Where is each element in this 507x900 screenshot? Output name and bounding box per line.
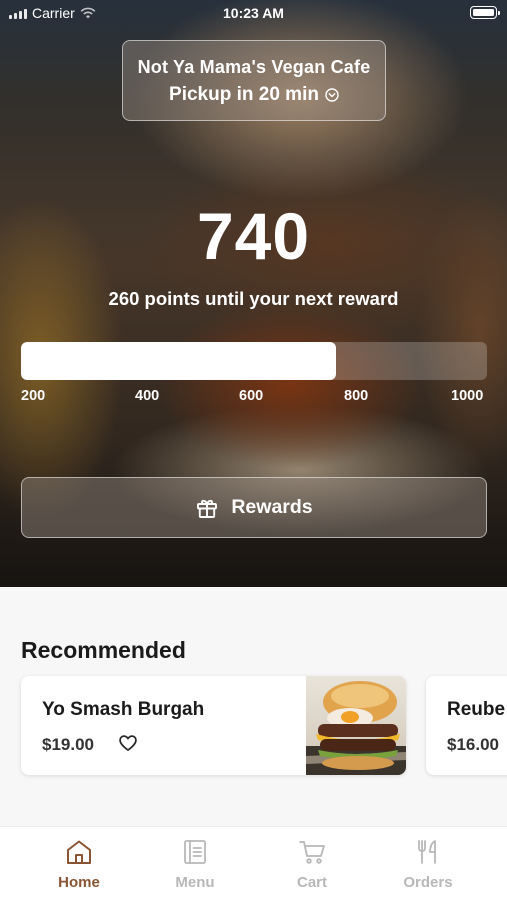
progress-tick: 800 [344, 388, 369, 404]
store-name: Not Ya Mama's Vegan Cafe [137, 57, 371, 77]
menu-item-price: $19.00 [42, 735, 94, 754]
home-icon [67, 840, 91, 864]
progress-tick: 400 [135, 388, 160, 404]
tab-label: Cart [296, 874, 327, 891]
progress-tick: 600 [239, 388, 264, 404]
menu-book-icon [184, 840, 206, 864]
tab-cart[interactable]: Cart [262, 839, 362, 891]
tab-label: Menu [175, 874, 215, 891]
rewards-progress-fill [21, 342, 336, 380]
burger-image [306, 676, 406, 775]
tab-menu[interactable]: Menu [145, 839, 245, 891]
battery-icon [470, 6, 500, 19]
fork-knife-icon [418, 840, 436, 864]
home-screen: Carrier 10:23 AM Not Ya Mama's Vegan Caf… [0, 0, 507, 900]
status-bar: Carrier 10:23 AM [0, 0, 507, 28]
hero-banner: Carrier 10:23 AM Not Ya Mama's Vegan Caf… [0, 0, 507, 587]
status-time: 10:23 AM [223, 5, 284, 21]
progress-tick: 200 [21, 388, 46, 404]
gift-icon [197, 499, 218, 518]
menu-item-card[interactable]: Reube $16.00 [426, 676, 507, 775]
tab-bar: Home Menu Cart Orders [0, 826, 507, 900]
tab-home[interactable]: Home [29, 839, 129, 891]
heart-icon[interactable] [118, 733, 138, 753]
menu-item-price: $16.00 [447, 735, 499, 754]
progress-tick: 1000 [451, 388, 484, 404]
menu-item-name: Yo Smash Burgah [42, 699, 205, 720]
tab-label: Home [58, 874, 100, 891]
menu-item-card[interactable]: Yo Smash Burgah $19.00 [21, 676, 406, 775]
pickup-time: Pickup in 20 min [169, 84, 319, 105]
recommended-title: Recommended [21, 637, 186, 663]
rewards-progress-bar [21, 342, 487, 380]
chevron-down-circle-icon [325, 88, 339, 102]
store-selector[interactable]: Not Ya Mama's Vegan Cafe Pickup in 20 mi… [122, 40, 386, 121]
rewards-button[interactable]: Rewards [21, 477, 487, 538]
menu-item-name: Reube [447, 699, 506, 720]
tab-orders[interactable]: Orders [378, 839, 478, 891]
rewards-button-label: Rewards [231, 496, 313, 518]
cart-icon [299, 841, 325, 864]
points-until-reward: 260 points until your next reward [108, 288, 399, 309]
points-balance: 740 [196, 199, 311, 273]
tab-label: Orders [403, 874, 453, 891]
